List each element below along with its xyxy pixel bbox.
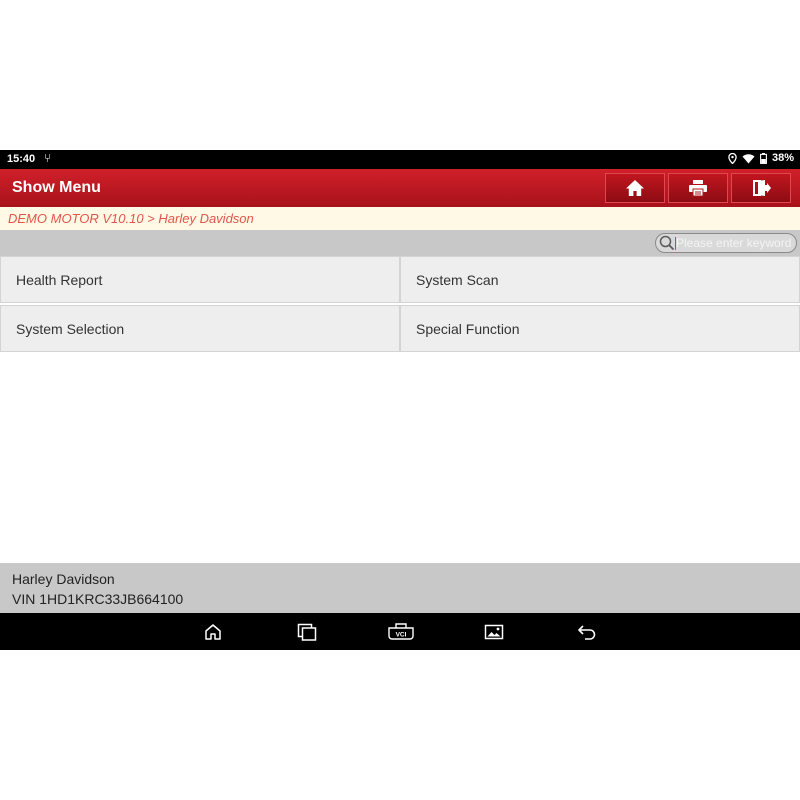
breadcrumb: DEMO MOTOR V10.10 > Harley Davidson	[0, 207, 800, 230]
location-icon	[728, 152, 737, 164]
vehicle-vin: VIN 1HD1KRC33JB664100	[12, 591, 184, 607]
status-bar: 15:40 ⑂ 38%	[0, 150, 800, 169]
nav-recents-button[interactable]	[295, 620, 319, 644]
search-box[interactable]	[655, 233, 797, 253]
vehicle-info-panel: Harley Davidson VIN 1HD1KRC33JB664100	[0, 563, 800, 613]
status-indicators: 38%	[728, 152, 794, 164]
printer-icon	[689, 180, 707, 197]
exit-button[interactable]	[731, 173, 791, 203]
vci-connector-icon: VCI	[388, 623, 414, 640]
breadcrumb-text: DEMO MOTOR V10.10 > Harley Davidson	[8, 211, 254, 226]
menu-item-system-selection[interactable]: System Selection	[0, 305, 400, 352]
nav-screenshot-button[interactable]	[482, 620, 506, 644]
home-icon	[626, 180, 644, 196]
navigation-bar: VCI	[0, 613, 800, 650]
app-header: Show Menu	[0, 169, 800, 207]
device-screen: 15:40 ⑂ 38% Show Menu DEMO MOTOR V10.10 …	[0, 150, 800, 650]
nav-home-button[interactable]	[201, 620, 225, 644]
menu-item-health-report[interactable]: Health Report	[0, 256, 400, 303]
status-time: 15:40	[7, 153, 36, 165]
nav-back-button[interactable]	[575, 620, 599, 644]
usb-debug-icon: ⑂	[44, 151, 52, 165]
home-button[interactable]	[605, 173, 665, 203]
home-outline-icon	[205, 624, 221, 640]
vehicle-model: Harley Davidson	[12, 571, 115, 587]
battery-level: 38%	[771, 152, 794, 164]
exit-icon	[753, 180, 771, 196]
menu-item-special-function[interactable]: Special Function	[400, 305, 800, 352]
image-icon	[484, 624, 504, 640]
back-icon	[578, 625, 596, 640]
search-input[interactable]	[676, 234, 796, 252]
menu-item-label: System Scan	[416, 272, 499, 288]
menu-item-label: Health Report	[16, 272, 103, 288]
menu-item-label: System Selection	[16, 321, 125, 337]
print-button[interactable]	[668, 173, 728, 203]
search-icon	[659, 235, 675, 251]
menu-item-system-scan[interactable]: System Scan	[400, 256, 800, 303]
menu-item-label: Special Function	[416, 321, 520, 337]
nav-vci-button[interactable]: VCI	[386, 620, 416, 644]
recents-icon	[297, 623, 317, 641]
vci-label: VCI	[396, 632, 407, 639]
page-title: Show Menu	[12, 179, 101, 196]
battery-icon	[760, 152, 767, 164]
search-bar	[0, 230, 800, 256]
wifi-icon	[742, 153, 755, 163]
